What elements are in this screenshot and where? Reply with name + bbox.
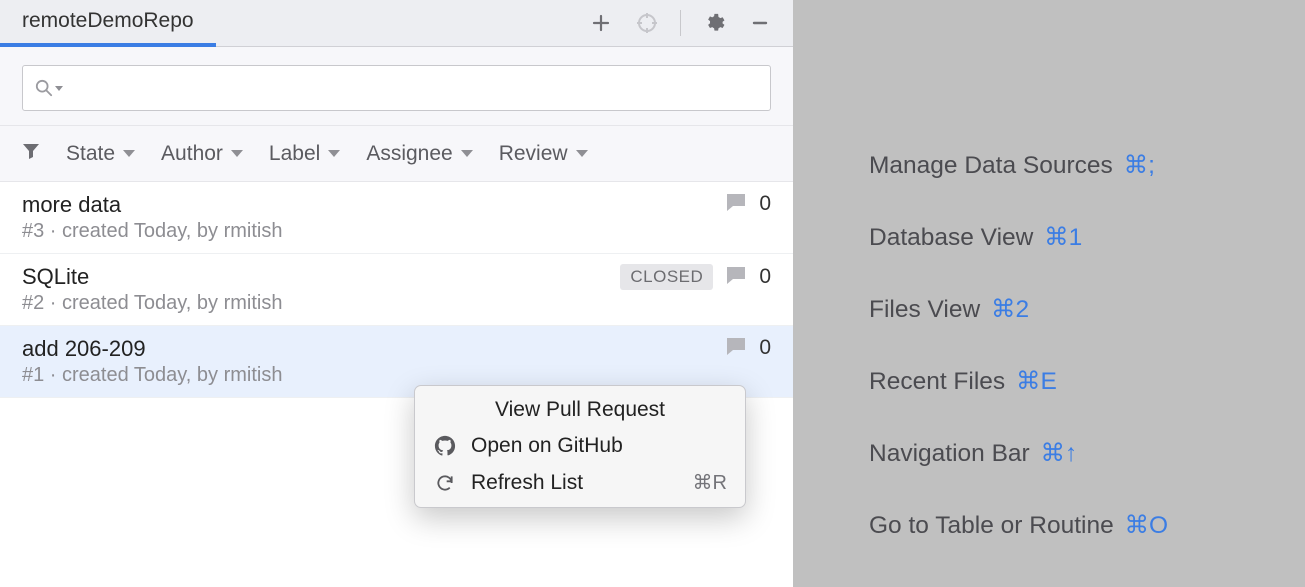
filter-label-label: Label <box>269 142 320 166</box>
tab-label: remoteDemoRepo <box>22 9 194 33</box>
tip-shortcut: ⌘↑ <box>1041 440 1078 467</box>
comment-count: 0 <box>759 265 771 289</box>
refresh-icon <box>433 473 457 493</box>
comment-count: 0 <box>759 192 771 216</box>
filter-assignee[interactable]: Assignee <box>366 142 472 166</box>
filter-review-label: Review <box>499 142 568 166</box>
gear-icon[interactable] <box>701 10 727 36</box>
tip-label: Files View <box>869 296 980 323</box>
pr-title: add 206-209 <box>22 336 771 362</box>
tip-label: Manage Data Sources <box>869 152 1113 179</box>
tips-panel: Manage Data Sources ⌘; Database View ⌘1 … <box>793 0 1305 587</box>
search-section <box>0 47 793 126</box>
tip-recent-files[interactable]: Recent Files ⌘E <box>869 366 1305 396</box>
tip-navigation-bar[interactable]: Navigation Bar ⌘↑ <box>869 438 1305 468</box>
filter-state[interactable]: State <box>66 142 135 166</box>
plus-icon[interactable] <box>588 10 614 36</box>
tip-label: Navigation Bar <box>869 440 1030 467</box>
ctx-open-github-label: Open on GitHub <box>471 434 623 458</box>
chevron-down-icon <box>576 150 588 157</box>
pr-meta: #1 · created Today, by rmitish <box>22 364 771 387</box>
chevron-down-icon <box>328 150 340 157</box>
filter-label[interactable]: Label <box>269 142 340 166</box>
search-box[interactable] <box>22 65 771 111</box>
closed-badge: CLOSED <box>620 264 713 290</box>
tip-shortcut: ⌘2 <box>991 296 1029 323</box>
ctx-view-pr[interactable]: View Pull Request <box>415 392 745 428</box>
ctx-open-github[interactable]: Open on GitHub <box>415 428 745 464</box>
comment-icon <box>725 192 747 216</box>
search-icon <box>35 79 53 97</box>
tip-manage-data-sources[interactable]: Manage Data Sources ⌘; <box>869 150 1305 180</box>
tab-repo[interactable]: remoteDemoRepo <box>0 0 216 47</box>
filter-assignee-label: Assignee <box>366 142 452 166</box>
filter-author-label: Author <box>161 142 223 166</box>
chevron-down-icon <box>123 150 135 157</box>
github-icon <box>433 435 457 457</box>
tip-files-view[interactable]: Files View ⌘2 <box>869 294 1305 324</box>
chevron-down-icon <box>461 150 473 157</box>
tab-bar: remoteDemoRepo <box>0 0 793 47</box>
tip-shortcut: ⌘O <box>1125 512 1169 539</box>
pr-title: more data <box>22 192 771 218</box>
pull-request-row[interactable]: SQLite #2 · created Today, by rmitish CL… <box>0 254 793 326</box>
tip-label: Go to Table or Routine <box>869 512 1114 539</box>
tip-database-view[interactable]: Database View ⌘1 <box>869 222 1305 252</box>
pr-meta: #3 · created Today, by rmitish <box>22 220 771 243</box>
minimize-icon[interactable] <box>747 10 773 36</box>
search-input[interactable] <box>71 66 758 110</box>
tip-goto-table[interactable]: Go to Table or Routine ⌘O <box>869 510 1305 540</box>
tip-shortcut: ⌘E <box>1016 368 1057 395</box>
search-dropdown-icon[interactable] <box>55 86 63 91</box>
pull-requests-panel: remoteDemoRepo <box>0 0 793 587</box>
filter-bar: State Author Label Assignee Review <box>0 126 793 182</box>
ctx-refresh[interactable]: Refresh List ⌘R <box>415 464 745 501</box>
tip-shortcut: ⌘1 <box>1044 224 1082 251</box>
target-icon[interactable] <box>634 10 660 36</box>
tip-label: Recent Files <box>869 368 1005 395</box>
pull-request-row[interactable]: more data #3 · created Today, by rmitish… <box>0 182 793 254</box>
comment-icon <box>725 336 747 360</box>
chevron-down-icon <box>231 150 243 157</box>
ctx-refresh-label: Refresh List <box>471 471 583 495</box>
tip-label: Database View <box>869 224 1033 251</box>
context-menu: View Pull Request Open on GitHub Refresh… <box>414 385 746 508</box>
toolbar <box>588 10 783 36</box>
filter-review[interactable]: Review <box>499 142 588 166</box>
ctx-view-pr-label: View Pull Request <box>495 398 665 422</box>
ctx-refresh-shortcut: ⌘R <box>693 470 727 495</box>
filter-author[interactable]: Author <box>161 142 243 166</box>
pr-meta: #2 · created Today, by rmitish <box>22 292 771 315</box>
tip-shortcut: ⌘; <box>1124 152 1155 179</box>
comment-icon <box>725 265 747 289</box>
comment-count: 0 <box>759 336 771 360</box>
filter-icon[interactable] <box>22 142 40 166</box>
toolbar-separator <box>680 10 681 36</box>
filter-state-label: State <box>66 142 115 166</box>
